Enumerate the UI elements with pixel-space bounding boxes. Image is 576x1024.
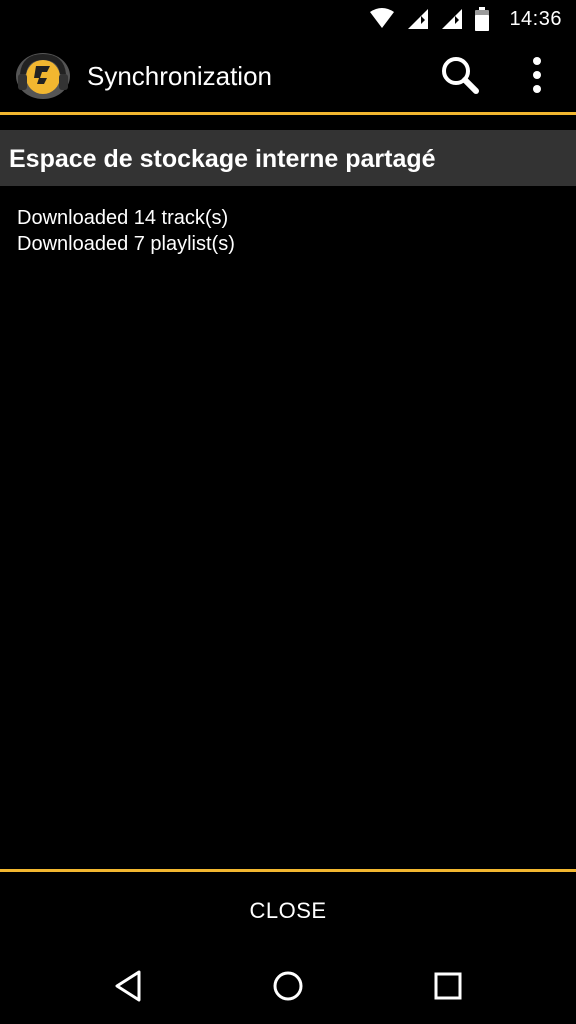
storage-section-title: Espace de stockage interne partagé [9,145,436,173]
overflow-menu-icon[interactable] [522,54,552,96]
signal-icon [441,8,463,30]
wifi-icon [369,8,395,30]
navigation-bar [0,950,576,1024]
battery-icon [475,7,490,31]
status-icons: 14:36 [369,6,562,32]
back-icon[interactable] [108,966,148,1006]
search-icon[interactable] [438,54,484,96]
app-title: Synchronization [87,61,272,91]
sync-log: Downloaded 14 track(s) Downloaded 7 play… [17,205,557,257]
recents-icon[interactable] [428,966,468,1006]
home-icon[interactable] [268,966,308,1006]
app-bar-divider [0,112,576,115]
close-button[interactable]: CLOSE [0,872,576,950]
status-bar: 14:36 [0,0,576,38]
app-logo-icon [14,50,72,100]
log-line: Downloaded 14 track(s) [17,207,229,229]
log-line: Downloaded 7 playlist(s) [17,233,235,255]
status-clock: 14:36 [509,7,562,30]
signal-icon [407,8,429,30]
app-bar: Synchronization [0,38,576,112]
storage-section-header: Espace de stockage interne partagé [0,130,576,186]
